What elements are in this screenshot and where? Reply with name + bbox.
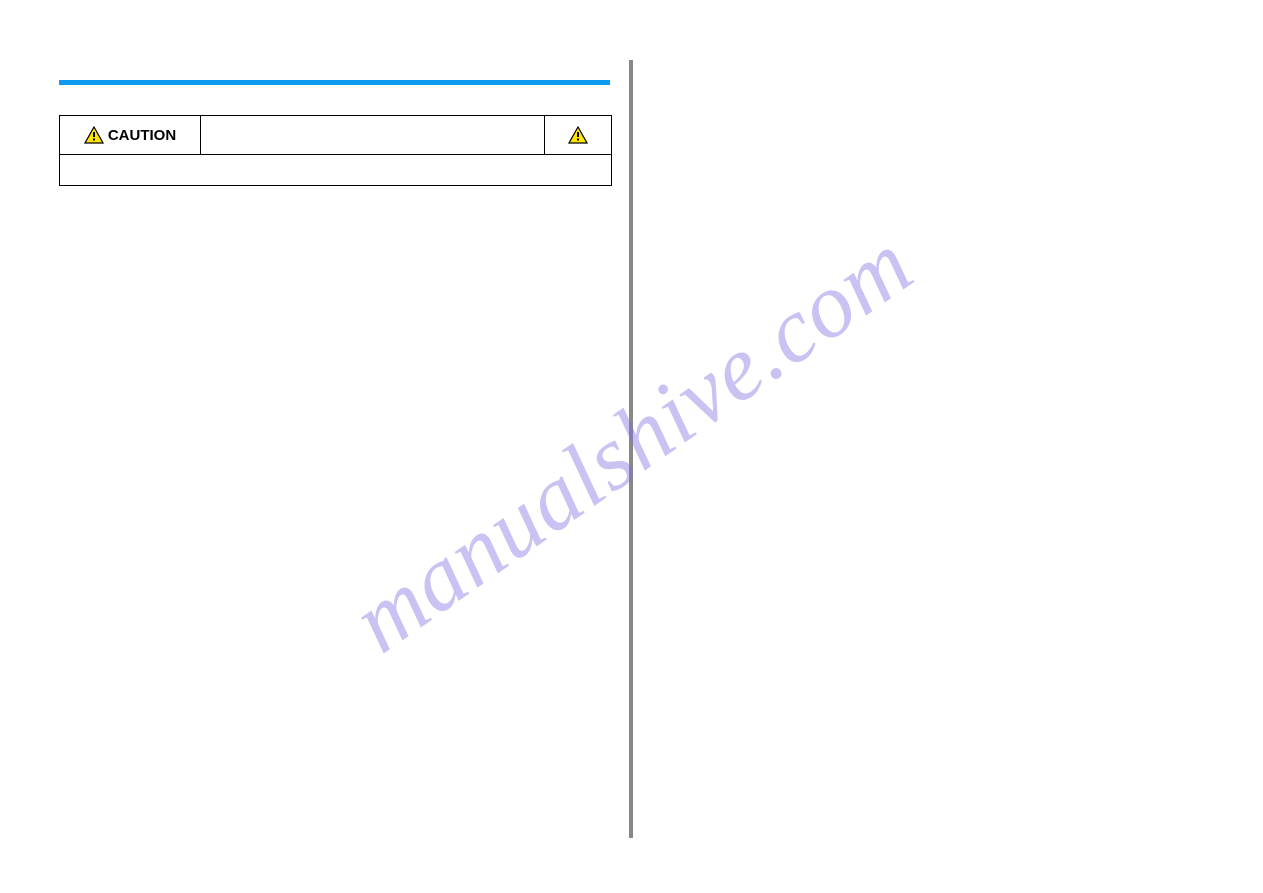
caution-middle-cell	[201, 116, 545, 154]
caution-label-text: CAUTION	[108, 127, 176, 144]
caution-icon-cell	[545, 116, 611, 154]
caution-header-row: CAUTION	[60, 116, 611, 155]
warning-triangle-icon	[84, 126, 104, 144]
column-divider	[629, 60, 633, 838]
left-column: CAUTION	[59, 80, 610, 186]
manual-page: CAUTION manualshive.com	[0, 0, 1263, 893]
caution-label-cell: CAUTION	[60, 116, 201, 154]
section-header-bar	[59, 80, 610, 85]
caution-body-row	[60, 155, 611, 185]
caution-box: CAUTION	[59, 115, 612, 186]
warning-triangle-icon	[568, 126, 588, 144]
